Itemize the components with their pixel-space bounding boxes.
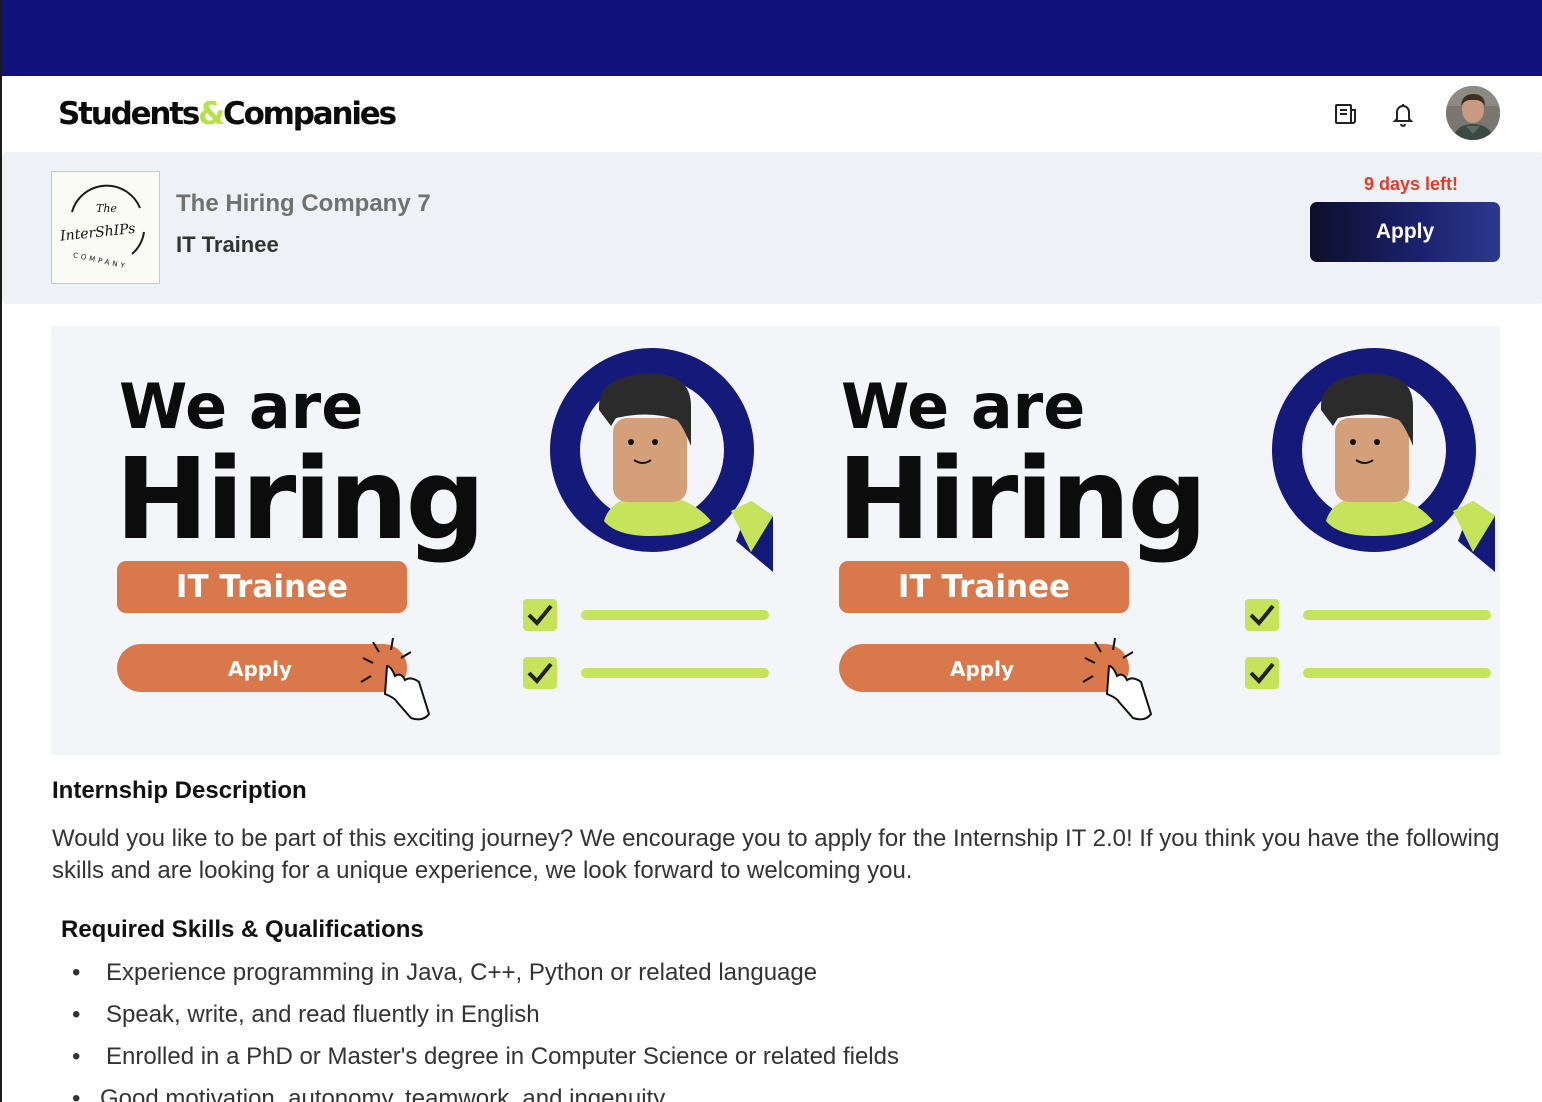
job-header: The InterShIPs COMPANY The Hiring Compan… xyxy=(2,152,1542,304)
top-color-bar xyxy=(2,0,1542,76)
user-avatar[interactable] xyxy=(1446,86,1500,140)
banner-headline-big: Hiring xyxy=(115,435,483,565)
banner-role-tag: IT Trainee xyxy=(176,569,348,605)
deadline-badge: 9 days left! xyxy=(1363,174,1458,194)
description-body: Would you like to be part of this exciti… xyxy=(52,825,1500,884)
svg-text:IT Trainee: IT Trainee xyxy=(898,569,1070,605)
svg-text:The: The xyxy=(96,202,117,215)
svg-text:We are: We are xyxy=(841,370,1085,443)
description-heading: Internship Description xyxy=(52,777,307,804)
hiring-banner-image: We are Hiring IT Trainee Apply We are Hi… xyxy=(51,326,1500,755)
requirements-list: • Experience programming in Java, C++, Py… xyxy=(72,956,899,1102)
requirements-heading: Required Skills & Qualifications xyxy=(61,916,424,943)
svg-text:Apply: Apply xyxy=(950,657,1014,681)
navbar: Students&Companies xyxy=(2,76,1542,152)
banner-headline-small: We are xyxy=(119,370,363,443)
banner-apply-label: Apply xyxy=(228,657,292,681)
company-logo: The InterShIPs COMPANY xyxy=(51,171,160,284)
brand-logo[interactable]: Students&Companies xyxy=(58,96,397,132)
svg-text:Hiring: Hiring xyxy=(837,435,1205,565)
bell-icon[interactable] xyxy=(1389,100,1417,128)
requirement-item: • Experience programming in Java, C++, Py… xyxy=(72,959,818,986)
apply-button[interactable]: Apply xyxy=(1310,202,1500,262)
requirement-item: • Speak, write, and read fluently in Engl… xyxy=(72,1001,540,1028)
company-name[interactable]: The Hiring Company 7 xyxy=(176,190,431,218)
requirement-item: • Good motivation, autonomy, teamwork, an… xyxy=(72,1085,666,1102)
news-icon[interactable] xyxy=(1332,100,1360,128)
job-title: IT Trainee xyxy=(176,232,279,257)
requirement-item: • Enrolled in a PhD or Master's degree in… xyxy=(72,1043,899,1070)
